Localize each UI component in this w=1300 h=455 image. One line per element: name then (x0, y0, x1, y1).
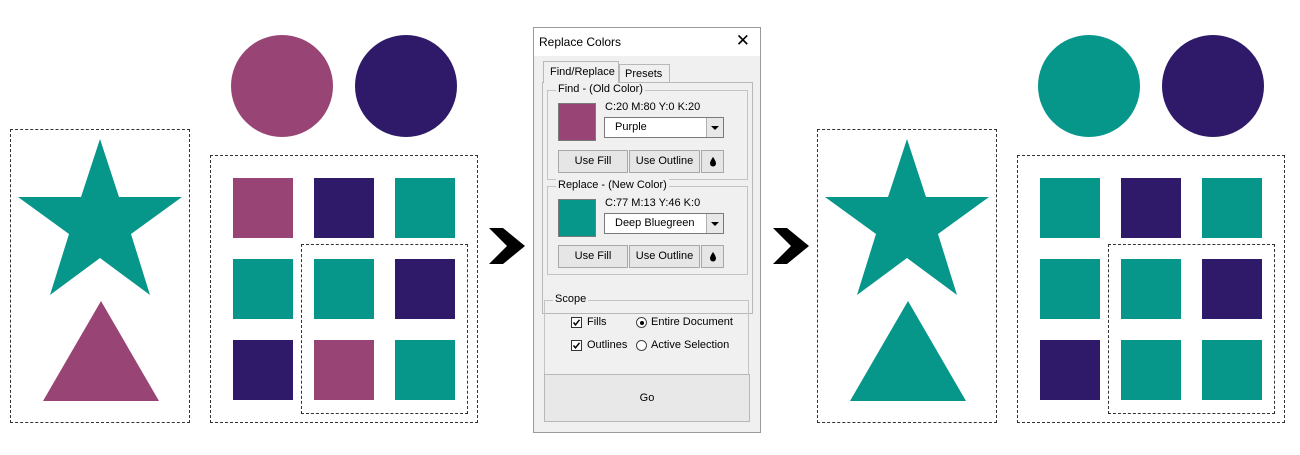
star-shape (825, 139, 989, 295)
checkmark-icon (572, 342, 581, 349)
grid-square (233, 340, 293, 400)
grid-square (395, 178, 455, 238)
grid-square (1040, 259, 1100, 319)
arrow-right-icon (773, 228, 809, 264)
tab-find-replace[interactable]: Find/Replace (543, 61, 619, 83)
arrow-right-icon-shape (489, 228, 525, 264)
circle-navy (355, 35, 457, 137)
grid-square (1202, 178, 1262, 238)
grid-square (1121, 178, 1181, 238)
find-use-fill-button[interactable]: Use Fill (558, 150, 628, 173)
fills-label: Fills (587, 316, 607, 328)
chevron-down-icon[interactable] (706, 118, 723, 137)
replace-color-name: Deep Bluegreen (615, 217, 695, 229)
triangle-shape-fill (850, 301, 966, 401)
outlines-label: Outlines (587, 339, 628, 351)
replace-group-label: Replace - (New Color) (556, 179, 669, 191)
find-group: Find - (Old Color) C:20 M:80 Y:0 K:20 Pu… (547, 83, 748, 180)
replace-group: Replace - (New Color) C:77 M:13 Y:46 K:0… (547, 179, 748, 275)
replace-colors-dialog: Replace Colors ✕ Find/Replace Presets Fi… (533, 27, 761, 433)
find-group-label: Find - (Old Color) (556, 83, 645, 95)
outlines-checkbox[interactable] (571, 340, 582, 351)
find-replace-panel: Find - (Old Color) C:20 M:80 Y:0 K:20 Pu… (542, 82, 753, 314)
grid-square (1202, 259, 1262, 319)
radio-selected-dot (639, 320, 644, 325)
star-shape-fill (825, 139, 989, 295)
grid-square (1202, 340, 1262, 400)
find-color-swatch (558, 103, 596, 141)
grid-square (395, 340, 455, 400)
triangle-shape-fill (43, 301, 159, 401)
close-icon[interactable]: ✕ (736, 31, 750, 51)
find-eyedropper-button[interactable] (701, 150, 724, 173)
find-color-name: Purple (615, 121, 647, 133)
tab-presets[interactable]: Presets (619, 64, 670, 82)
entire-document-radio[interactable] (636, 317, 647, 328)
grid-square (314, 340, 374, 400)
go-button[interactable]: Go (544, 374, 750, 422)
arrow-right-icon (489, 228, 525, 264)
find-color-select[interactable]: Purple (604, 117, 724, 138)
triangle-shape (43, 301, 159, 401)
active-selection-label: Active Selection (651, 339, 730, 351)
grid-square (1040, 178, 1100, 238)
replace-use-outline-button[interactable]: Use Outline (629, 245, 700, 268)
star-shape-fill (18, 139, 182, 295)
grid-square (233, 178, 293, 238)
scope-group: Scope Fills Outlines Entire Document Act… (544, 293, 749, 383)
circle-teal (1038, 35, 1140, 137)
find-use-outline-button[interactable]: Use Outline (629, 150, 700, 173)
dialog-title: Replace Colors (539, 35, 622, 49)
replace-color-select[interactable]: Deep Bluegreen (604, 213, 724, 234)
grid-square (314, 178, 374, 238)
grid-square (1121, 259, 1181, 319)
scope-group-label: Scope (553, 293, 589, 305)
star-shape (18, 139, 182, 295)
grid-square (1040, 340, 1100, 400)
active-selection-radio[interactable] (636, 340, 647, 351)
grid-square (314, 259, 374, 319)
replace-use-fill-button[interactable]: Use Fill (558, 245, 628, 268)
checkmark-icon (572, 319, 581, 326)
eyedropper-icon (709, 157, 716, 167)
fills-checkbox[interactable] (571, 317, 582, 328)
circle-navy (1162, 35, 1264, 137)
grid-square (1121, 340, 1181, 400)
replace-eyedropper-button[interactable] (701, 245, 724, 268)
find-cmyk-values: C:20 M:80 Y:0 K:20 (605, 101, 701, 113)
arrow-right-icon-shape (773, 228, 809, 264)
tab-find-replace-label: Find/Replace (550, 66, 615, 78)
entire-document-label: Entire Document (651, 316, 733, 328)
circle-purple (231, 35, 333, 137)
tab-presets-label: Presets (625, 68, 663, 80)
title-bar: Replace Colors ✕ (534, 28, 760, 56)
triangle-shape (850, 301, 966, 401)
grid-square (233, 259, 293, 319)
chevron-down-icon[interactable] (706, 214, 723, 233)
chevron-down-icon-glyph (711, 126, 719, 130)
grid-square (395, 259, 455, 319)
replace-color-swatch (558, 199, 596, 237)
eyedropper-icon (709, 252, 716, 262)
chevron-down-icon-glyph (711, 222, 719, 226)
replace-cmyk-values: C:77 M:13 Y:46 K:0 (605, 197, 701, 209)
